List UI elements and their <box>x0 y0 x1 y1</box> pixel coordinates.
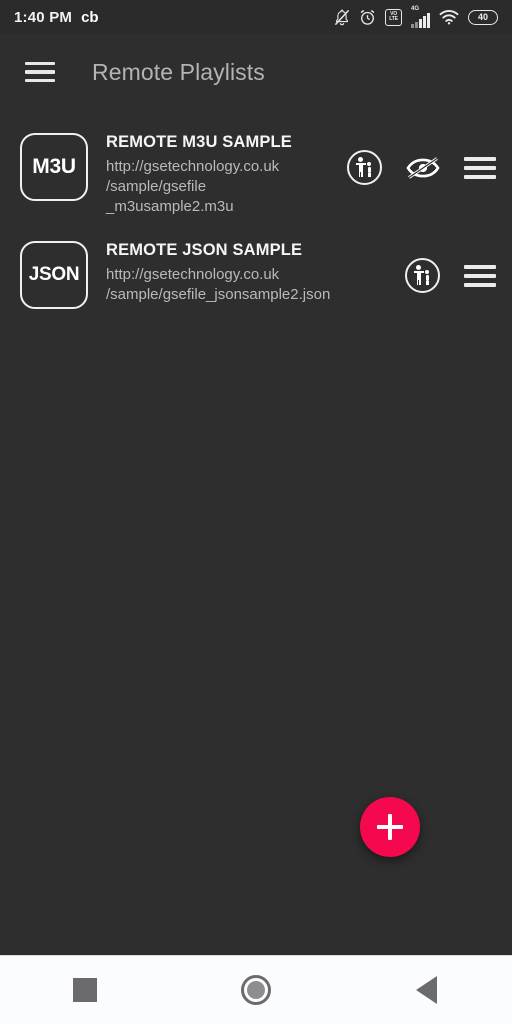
back-button[interactable] <box>382 956 472 1024</box>
status-bar-carrier-label: cb <box>81 8 99 26</box>
parental-control-icon[interactable] <box>405 258 440 294</box>
child-leg <box>369 172 371 177</box>
recents-button[interactable] <box>40 956 130 1024</box>
drag-line <box>464 282 496 287</box>
signal-bar <box>423 15 426 28</box>
square-icon <box>73 978 98 1002</box>
bell-off-icon <box>334 9 350 25</box>
drag-line <box>464 156 496 161</box>
signal-bar <box>427 12 430 28</box>
drag-handle-icon[interactable] <box>464 154 496 182</box>
playlist-url: http://gsetechnology.co.uk /sample/gsefi… <box>106 265 405 305</box>
playlist-title: REMOTE JSON SAMPLE <box>106 241 303 260</box>
circle-icon <box>240 975 271 1005</box>
plus-icon <box>377 825 403 829</box>
playlist-type-label: JSON <box>28 264 80 286</box>
hamburger-menu-icon[interactable] <box>12 44 68 100</box>
volte-icon: VO LTE <box>385 8 402 26</box>
circle-inner <box>246 981 265 999</box>
battery-icon: 40 <box>468 9 498 25</box>
system-navigation-bar <box>0 955 512 1024</box>
volte-bottom-label: LTE <box>389 16 398 22</box>
status-bar-clock: 1:40 PM <box>14 8 73 26</box>
drag-line <box>464 165 496 170</box>
playlist-url-line: http://gsetechnology.co.uk <box>106 266 280 284</box>
child-leg <box>427 280 429 286</box>
menu-line <box>25 61 55 66</box>
playlist-url-line: _m3usample2.m3u <box>106 197 234 215</box>
triangle-left-icon <box>416 976 438 1004</box>
network-type-label: 4G <box>411 5 420 12</box>
eye-off-icon[interactable] <box>406 155 440 181</box>
playlist-text-block: REMOTE JSON SAMPLE http://gsetechnology.… <box>88 236 405 305</box>
drag-line <box>464 264 496 269</box>
parental-circle <box>405 258 440 294</box>
playlist-list: M3U REMOTE M3U SAMPLE http://gsetechnolo… <box>0 118 512 319</box>
playlist-url-line: /sample/gsefile <box>106 177 207 195</box>
parental-circle <box>347 150 382 185</box>
app-screen: 1:40 PM cb VO LTE 4G 40 Remote Playlists… <box>0 0 512 1024</box>
status-bar-left: 1:40 PM cb <box>14 9 99 26</box>
playlist-type-badge: JSON <box>20 241 88 310</box>
playlist-actions <box>347 128 498 185</box>
adult-leg <box>361 171 363 177</box>
page-title: Remote Playlists <box>92 58 265 85</box>
playlist-url-line: http://gsetechnology.co.uk <box>106 157 280 175</box>
adult-leg <box>419 279 421 286</box>
child-head <box>367 162 371 166</box>
playlist-url-line: /sample/gsefile_jsonsample2.json <box>106 286 331 303</box>
wifi-icon <box>439 9 459 25</box>
parental-control-icon[interactable] <box>347 150 382 185</box>
list-item[interactable]: JSON REMOTE JSON SAMPLE http://gsetechno… <box>0 226 512 319</box>
app-bar: Remote Playlists <box>0 34 512 110</box>
status-bar: 1:40 PM cb VO LTE 4G 40 <box>0 0 512 34</box>
signal-4g-icon: 4G <box>411 5 430 28</box>
battery-level-label: 40 <box>477 11 488 22</box>
signal-bar <box>415 21 418 28</box>
drag-handle-icon[interactable] <box>464 262 496 290</box>
menu-line <box>25 78 55 83</box>
home-button[interactable] <box>211 956 301 1024</box>
adult-head <box>358 157 363 162</box>
playlist-text-block: REMOTE M3U SAMPLE http://gsetechnology.c… <box>88 128 347 216</box>
playlist-url: http://gsetechnology.co.uk /sample/gsefi… <box>106 157 347 217</box>
playlist-actions <box>405 236 498 294</box>
list-item[interactable]: M3U REMOTE M3U SAMPLE http://gsetechnolo… <box>0 118 512 226</box>
menu-line <box>25 70 55 74</box>
signal-bar <box>419 18 422 28</box>
drag-line <box>464 273 496 278</box>
drag-line <box>464 174 496 179</box>
alarm-clock-icon <box>360 9 375 25</box>
add-playlist-fab[interactable] <box>360 797 420 857</box>
playlist-type-label: M3U <box>32 155 76 178</box>
signal-bar <box>411 23 414 28</box>
playlist-title: REMOTE M3U SAMPLE <box>106 133 292 151</box>
status-bar-icons: VO LTE 4G 40 <box>334 5 498 28</box>
playlist-type-badge: M3U <box>20 133 88 201</box>
